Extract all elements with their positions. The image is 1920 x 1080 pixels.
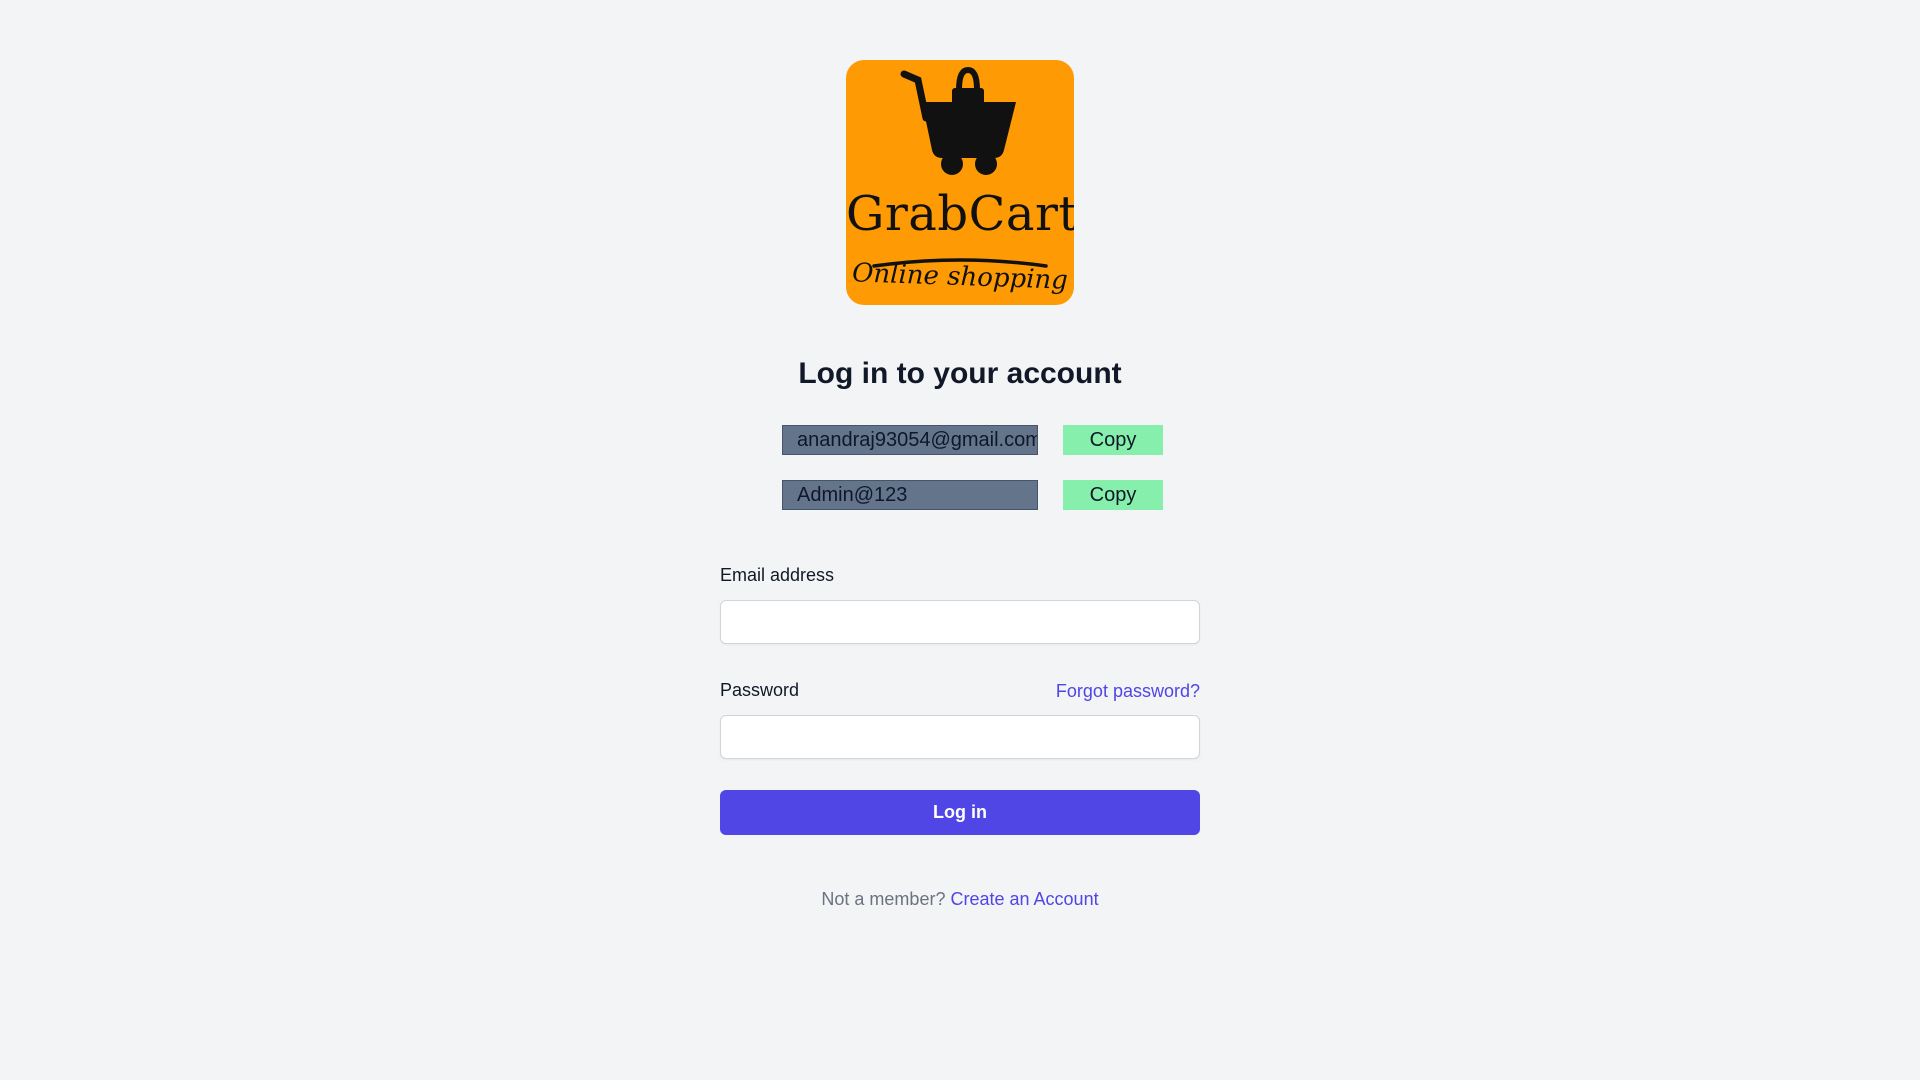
signup-prompt: Not a member? Create an Account [0,889,1920,910]
demo-email-box[interactable]: anandraj93054@gmail.com [782,425,1038,455]
email-label: Email address [720,565,835,585]
logo-brand-text: GrabCart [846,186,1074,242]
demo-password-box[interactable]: Admin@123 [782,480,1038,510]
grabcart-logo: GrabCart Online shopping [846,60,1074,305]
copy-password-button[interactable]: Copy [1063,480,1163,510]
email-field[interactable] [720,600,1200,644]
forgot-password-link[interactable]: Forgot password? [1000,681,1200,702]
page-title: Log in to your account [798,357,1122,390]
copy-email-button[interactable]: Copy [1063,425,1163,455]
login-page: GrabCart Online shopping Log in to your … [0,0,1920,1080]
password-field[interactable] [720,715,1200,759]
signup-prompt-text: Not a member? [821,889,946,909]
create-account-link[interactable]: Create an Account [950,889,1098,909]
login-button[interactable]: Log in [720,790,1200,835]
password-label: Password [720,680,800,700]
